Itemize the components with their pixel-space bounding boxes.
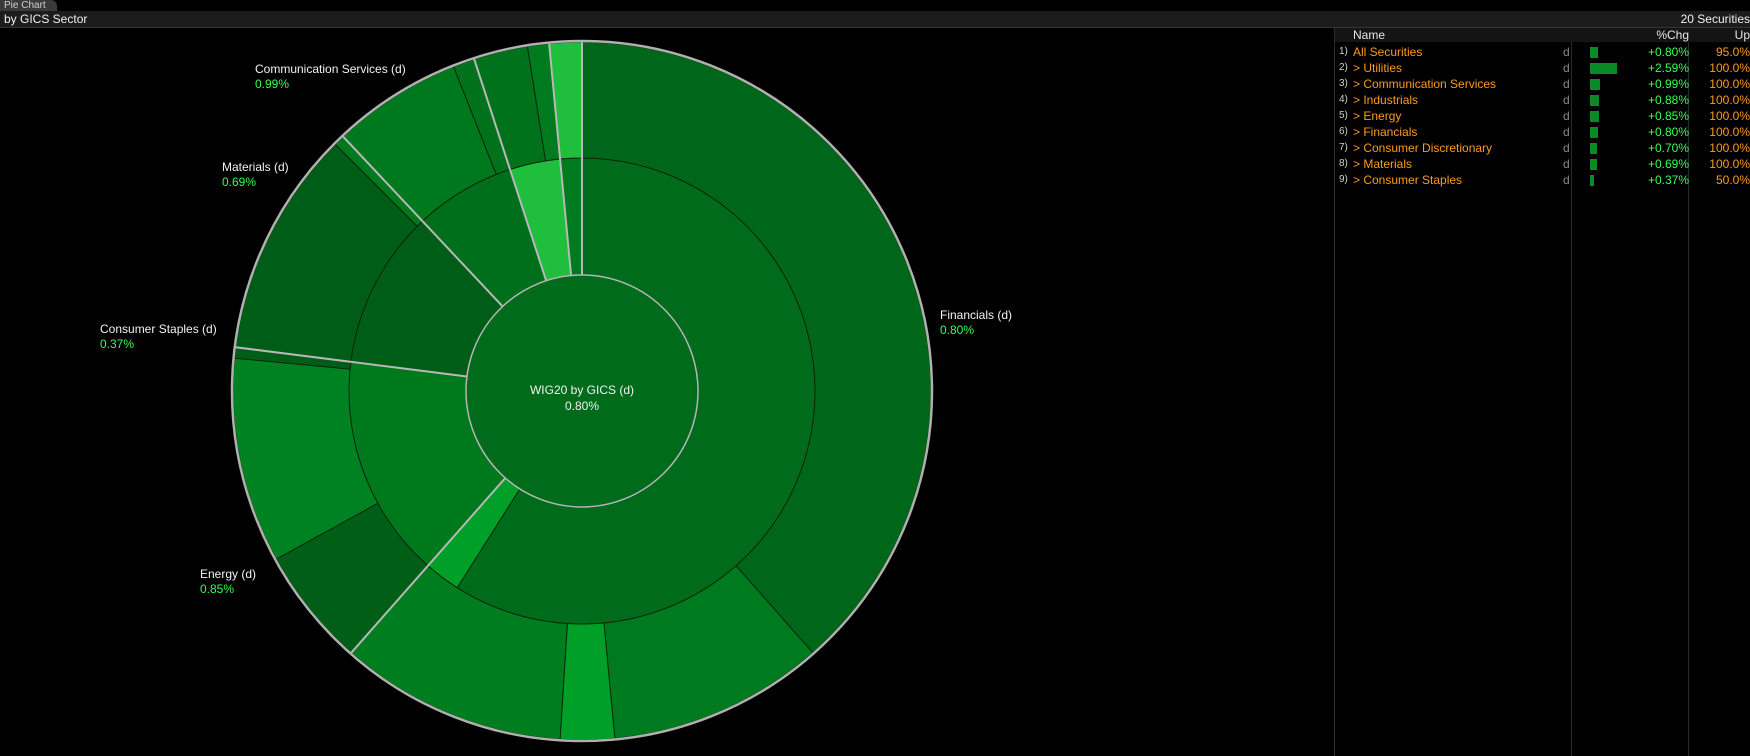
row-chg: +0.99% xyxy=(1647,77,1689,91)
row-chg: +0.70% xyxy=(1647,141,1689,155)
chg-bar xyxy=(1590,127,1599,138)
tab-pie-chart[interactable]: Pie Chart xyxy=(0,0,57,11)
table-row[interactable]: 6) > Financials d +0.80% 100.0% xyxy=(1335,124,1750,140)
security-name-link[interactable]: > Materials xyxy=(1353,156,1412,172)
row-number: 2) xyxy=(1339,62,1348,73)
label-communication-services[interactable]: Communication Services (d) xyxy=(255,62,406,76)
value-communication-services: 0.99% xyxy=(255,77,289,91)
security-name-link[interactable]: > Industrials xyxy=(1353,92,1418,108)
security-name-link[interactable]: > Consumer Staples xyxy=(1353,172,1462,188)
table-row[interactable]: 2) > Utilities d +2.59% 100.0% xyxy=(1335,60,1750,76)
row-flag: d xyxy=(1563,45,1570,59)
header-name[interactable]: Name xyxy=(1353,28,1385,42)
row-flag: d xyxy=(1563,157,1570,171)
row-flag: d xyxy=(1563,93,1570,107)
value-consumer-staples: 0.37% xyxy=(100,337,134,351)
header-up[interactable]: Up xyxy=(1735,28,1750,42)
row-flag: d xyxy=(1563,141,1570,155)
security-name-link[interactable]: > Utilities xyxy=(1353,60,1402,76)
row-up: 100.0% xyxy=(1709,141,1750,155)
value-financials: 0.80% xyxy=(940,323,974,337)
table-row[interactable]: 1) All Securities d +0.80% 95.0% xyxy=(1335,44,1750,60)
row-chg: +0.88% xyxy=(1647,93,1689,107)
row-number: 8) xyxy=(1339,158,1348,169)
row-flag: d xyxy=(1563,77,1570,91)
security-name-link[interactable]: > Consumer Discretionary xyxy=(1353,140,1492,156)
row-up: 100.0% xyxy=(1709,125,1750,139)
label-consumer-staples[interactable]: Consumer Staples (d) xyxy=(100,322,217,336)
row-flag: d xyxy=(1563,61,1570,75)
chg-bar xyxy=(1590,175,1594,186)
chg-bar xyxy=(1590,79,1601,90)
row-number: 7) xyxy=(1339,142,1348,153)
row-up: 100.0% xyxy=(1709,61,1750,75)
title-bar: by GICS Sector 20 Securities xyxy=(0,11,1750,28)
row-number: 4) xyxy=(1339,94,1348,105)
row-up: 100.0% xyxy=(1709,157,1750,171)
table-row[interactable]: 3) > Communication Services d +0.99% 100.0% xyxy=(1335,76,1750,92)
row-up: 100.0% xyxy=(1709,93,1750,107)
row-chg: +0.37% xyxy=(1647,173,1689,187)
row-number: 6) xyxy=(1339,126,1348,137)
table-row[interactable]: 9) > Consumer Staples d +0.37% 50.0% xyxy=(1335,172,1750,188)
security-name-link[interactable]: > Energy xyxy=(1353,108,1401,124)
row-up: 95.0% xyxy=(1715,45,1750,59)
sunburst-chart: WIG20 by GICS (d) 0.80% Financials (d) 0… xyxy=(100,39,1012,743)
chg-bar xyxy=(1590,143,1598,154)
row-flag: d xyxy=(1563,109,1570,123)
security-name-link[interactable]: > Financials xyxy=(1353,124,1417,140)
row-chg: +0.85% xyxy=(1647,109,1689,123)
row-up: 100.0% xyxy=(1709,77,1750,91)
row-chg: +0.80% xyxy=(1647,45,1689,59)
securities-count: 20 Securities xyxy=(1680,12,1750,26)
row-number: 9) xyxy=(1339,174,1348,185)
securities-panel: Name %Chg Up 1) All Securities d +0.80% 95.0… xyxy=(1334,28,1750,756)
row-number: 1) xyxy=(1339,46,1348,57)
chg-bar xyxy=(1590,111,1599,122)
center-title: WIG20 by GICS (d) xyxy=(530,383,634,397)
label-materials[interactable]: Materials (d) xyxy=(222,160,289,174)
chg-bar xyxy=(1590,159,1598,170)
chg-bar xyxy=(1590,95,1600,106)
chg-bar xyxy=(1590,63,1617,74)
row-number: 5) xyxy=(1339,110,1348,121)
center-value: 0.80% xyxy=(565,399,599,413)
row-chg: +0.69% xyxy=(1647,157,1689,171)
table-row[interactable]: 8) > Materials d +0.69% 100.0% xyxy=(1335,156,1750,172)
row-flag: d xyxy=(1563,125,1570,139)
header-chg[interactable]: %Chg xyxy=(1656,28,1689,42)
row-up: 50.0% xyxy=(1715,173,1750,187)
value-materials: 0.69% xyxy=(222,175,256,189)
label-energy[interactable]: Energy (d) xyxy=(200,567,256,581)
row-flag: d xyxy=(1563,173,1570,187)
grouping-label[interactable]: by GICS Sector xyxy=(4,12,87,26)
row-up: 100.0% xyxy=(1709,109,1750,123)
row-number: 3) xyxy=(1339,78,1348,89)
table-header: Name %Chg Up xyxy=(1335,28,1750,42)
chg-bar xyxy=(1590,47,1599,58)
table-row[interactable]: 5) > Energy d +0.85% 100.0% xyxy=(1335,108,1750,124)
security-name-link[interactable]: > Communication Services xyxy=(1353,76,1496,92)
table-row[interactable]: 7) > Consumer Discretionary d +0.70% 100.0% xyxy=(1335,140,1750,156)
table-row[interactable]: 4) > Industrials d +0.88% 100.0% xyxy=(1335,92,1750,108)
value-energy: 0.85% xyxy=(200,582,234,596)
security-name-link[interactable]: All Securities xyxy=(1353,44,1422,60)
label-financials[interactable]: Financials (d) xyxy=(940,308,1012,322)
row-chg: +2.59% xyxy=(1647,61,1689,75)
row-chg: +0.80% xyxy=(1647,125,1689,139)
